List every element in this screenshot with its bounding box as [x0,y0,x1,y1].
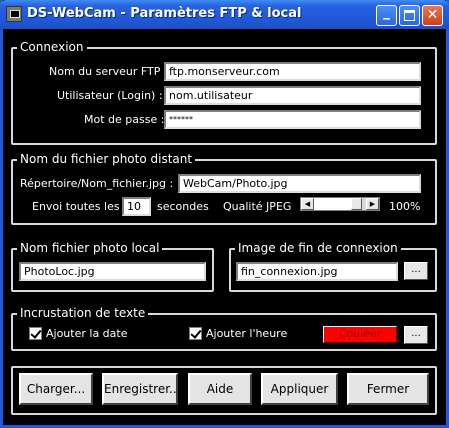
local-photo-legend: Nom fichier photo local [17,241,163,255]
maximize-button[interactable] [399,5,420,26]
remote-photo-legend: Nom du fichier photo distant [17,152,196,166]
save-button[interactable]: Enregistrer.. [102,373,178,405]
color-button[interactable]: Couleur [323,326,397,343]
connexion-legend: Connexion [17,40,87,54]
minimize-icon: _ [383,4,390,20]
remote-path-input[interactable]: WebCam/Photo.jpg [178,174,421,193]
end-image-browse-button[interactable]: ... [404,262,428,280]
close-icon: ✕ [426,7,439,23]
interval-input[interactable]: 10 [122,197,151,216]
scroll-left-button[interactable]: ◀ [301,198,314,210]
password-input[interactable]: ****** [164,110,421,129]
text-overlay-legend: Incrustation de texte [17,306,149,320]
username-input[interactable]: nom.utilisateur [164,86,421,105]
add-date-checkbox[interactable] [29,327,42,340]
color-browse-button[interactable]: ... [404,326,428,344]
webcam-app-icon [6,6,22,22]
window-title: DS-WebCam - Paramètres FTP & local [27,6,302,21]
add-time-label: Ajouter l'heure [206,327,288,340]
user-label: Utilisateur (Login) : [57,89,163,102]
ftp-server-input[interactable]: ftp.monserveur.com [164,62,421,81]
help-button[interactable]: Aide [188,373,252,405]
server-label: Nom du serveur FTP : [49,65,168,78]
remote-path-label: Répertoire/Nom_fichier.jpg : [20,177,174,190]
interval-unit: secondes [157,200,209,213]
apply-button[interactable]: Appliquer [261,373,338,405]
add-date-label: Ajouter la date [46,327,128,340]
close-button[interactable]: Fermer [347,373,429,405]
jpeg-quality-label: Qualité JPEG [223,200,292,213]
interval-label: Envoi toutes les : [32,200,127,213]
end-image-input[interactable]: fin_connexion.jpg [236,262,398,281]
local-photo-input[interactable]: PhotoLoc.jpg [19,262,206,281]
maximize-icon [400,6,419,25]
title-bar[interactable]: DS-WebCam - Paramètres FTP & local _ ✕ [0,0,449,29]
minimize-button[interactable]: _ [376,5,397,26]
password-label: Mot de passe : [84,113,165,126]
scroll-right-button[interactable]: ▶ [366,198,379,210]
scroll-thumb[interactable] [351,198,362,210]
jpeg-quality-value: 100% [389,200,421,213]
close-window-button[interactable]: ✕ [422,5,443,26]
load-button[interactable]: Charger... [19,373,93,405]
end-image-legend: Image de fin de connexion [235,241,401,255]
add-time-checkbox[interactable] [189,327,202,340]
jpeg-quality-scrollbar[interactable]: ◀ ▶ [300,197,380,211]
